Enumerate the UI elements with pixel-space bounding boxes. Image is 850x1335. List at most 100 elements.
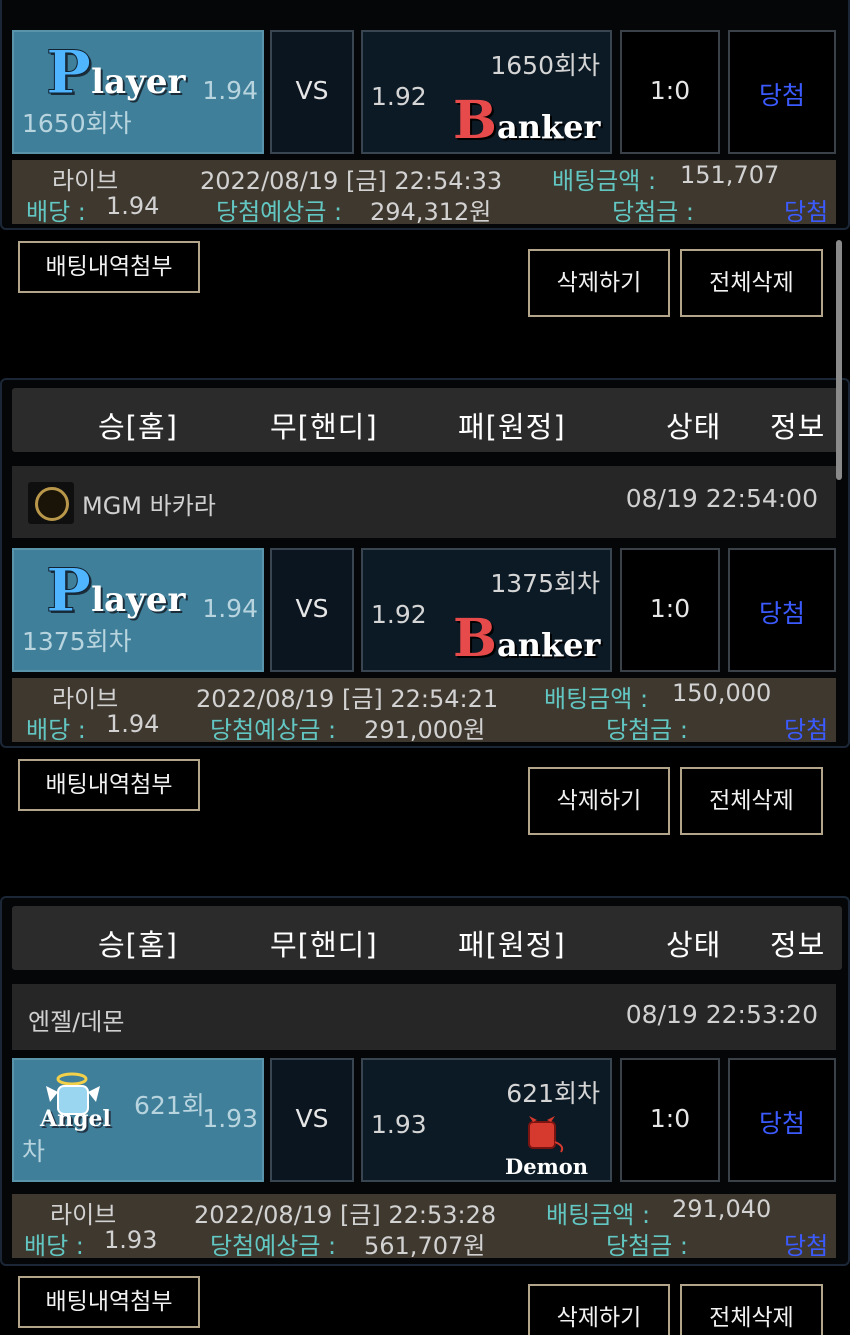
player-odds: 1.93: [202, 1104, 258, 1133]
bet-datetime: 2022/08/19 [금] 22:54:33: [200, 167, 503, 195]
player-round: 1375회차: [22, 627, 132, 656]
banker-option[interactable]: 1375회차 1.92 Banker: [361, 548, 612, 672]
banker-odds: 1.92: [371, 82, 427, 111]
player-odds: 1.94: [202, 76, 258, 105]
game-name: 엔젤/데몬: [28, 1008, 125, 1036]
demon-option[interactable]: 621회차 1.93 Demon: [361, 1058, 612, 1182]
expected-win-label: 당첨예상금 :: [216, 198, 343, 226]
header-away-loss: 패[원정]: [458, 410, 566, 444]
win-amount-label: 당첨금 :: [606, 716, 688, 744]
banker-odds: 1.92: [371, 600, 427, 629]
player-odds: 1.94: [202, 594, 258, 623]
win-amount-label: 당첨금 :: [612, 198, 694, 226]
delete-all-button[interactable]: 전체삭제: [680, 1284, 823, 1335]
demon-icon: [528, 1116, 564, 1153]
player-option[interactable]: Player 1.94 1650회차: [12, 30, 264, 154]
vs-cell: VS: [270, 548, 354, 672]
attach-bet-history-button[interactable]: 배팅내역첨부: [18, 241, 200, 293]
expected-win-label: 당첨예상금 :: [210, 716, 337, 744]
angel-option[interactable]: Angel 621회 1.93 차: [12, 1058, 264, 1182]
score-cell: 1:0: [620, 548, 720, 672]
delete-button[interactable]: 삭제하기: [528, 249, 670, 317]
delete-button[interactable]: 삭제하기: [528, 767, 670, 835]
delete-all-button[interactable]: 전체삭제: [680, 767, 823, 835]
header-away-loss: 패[원정]: [458, 928, 566, 962]
player-logo: Player: [45, 38, 186, 109]
result-status: 당첨: [758, 1109, 805, 1138]
odds-value: 1.93: [104, 1226, 158, 1254]
odds-value: 1.94: [106, 710, 160, 738]
player-option[interactable]: Player 1.94 1375회차: [12, 548, 264, 672]
odds-row: Player 1.94 1650회차 VS 1650회차 1.92 Banker…: [12, 30, 836, 154]
bet-amount: 150,000: [672, 679, 772, 707]
vs-label: VS: [295, 1104, 329, 1133]
score-cell: 1:0: [620, 1058, 720, 1182]
bet-info-bar: 라이브 2022/08/19 [금] 22:53:28 배팅금액 : 291,0…: [12, 1194, 836, 1260]
player-round: 621회: [134, 1091, 205, 1120]
game-time: 08/19 22:54:00: [625, 484, 818, 513]
bet-datetime: 2022/08/19 [금] 22:53:28: [194, 1201, 497, 1229]
bet-amount: 151,707: [680, 161, 780, 189]
result-cell: 당첨: [728, 548, 836, 672]
odds-row: Angel 621회 1.93 차 VS 621회차 1.93 Demon 1:…: [12, 1058, 836, 1182]
win-status: 당첨: [784, 198, 829, 226]
expected-win-value: 291,000원: [364, 716, 486, 744]
table-header: 승[홈] 무[핸디] 패[원정] 상태 정보: [12, 906, 842, 970]
delete-button[interactable]: 삭제하기: [528, 1284, 670, 1335]
bet-type: 라이브: [52, 167, 119, 195]
demon-label: Demon: [505, 1154, 589, 1179]
result-status: 당첨: [758, 599, 805, 628]
bet-datetime: 2022/08/19 [금] 22:54:21: [196, 685, 499, 713]
bet-info-bar: 라이브 2022/08/19 [금] 22:54:21 배팅금액 : 150,0…: [12, 678, 836, 744]
banker-round: 1650회차: [490, 51, 600, 80]
delete-all-button[interactable]: 전체삭제: [680, 249, 823, 317]
header-info: 정보: [770, 410, 826, 444]
banker-round: 1375회차: [490, 569, 600, 598]
player-logo: Player: [45, 556, 186, 627]
vs-label: VS: [295, 594, 329, 623]
game-row: MGM 바카라 08/19 22:54:00: [12, 466, 836, 538]
score-cell: 1:0: [620, 30, 720, 154]
banker-logo: Banker: [453, 90, 601, 151]
bet-amount: 291,040: [672, 1195, 772, 1223]
banker-round: 621회차: [506, 1079, 600, 1108]
bet-amount-label: 배팅금액 :: [552, 167, 657, 195]
header-status: 상태: [666, 410, 722, 444]
header-home-win: 승[홈]: [98, 410, 178, 444]
result-status: 당첨: [758, 81, 805, 110]
expected-win-value: 294,312원: [370, 198, 492, 226]
win-status: 당첨: [784, 1232, 829, 1260]
expected-win-value: 561,707원: [364, 1232, 486, 1260]
result-cell: 당첨: [728, 1058, 836, 1182]
game-time: 08/19 22:53:20: [625, 1000, 818, 1029]
bet-type: 라이브: [50, 1201, 117, 1229]
banker-logo: Banker: [453, 608, 601, 669]
score: 1:0: [649, 594, 691, 623]
attach-bet-history-button[interactable]: 배팅내역첨부: [18, 759, 200, 811]
vs-cell: VS: [270, 1058, 354, 1182]
score: 1:0: [649, 76, 691, 105]
expected-win-label: 당첨예상금 :: [210, 1232, 337, 1260]
win-status: 당첨: [784, 716, 829, 744]
bet-card-3: 승[홈] 무[핸디] 패[원정] 상태 정보 엔젤/데몬 08/19 22:53…: [0, 896, 850, 1266]
attach-bet-history-button[interactable]: 배팅내역첨부: [18, 1276, 200, 1328]
odds-label: 배당 :: [26, 716, 86, 744]
score: 1:0: [649, 1104, 691, 1133]
bet-type: 라이브: [52, 685, 119, 713]
mgm-logo-icon: [28, 482, 74, 524]
player-round-suffix: 차: [22, 1137, 46, 1166]
header-home-win: 승[홈]: [98, 928, 178, 962]
bet-amount-label: 배팅금액 :: [546, 1201, 651, 1229]
header-draw: 무[핸디]: [270, 410, 378, 444]
bet-card-2: 승[홈] 무[핸디] 패[원정] 상태 정보 MGM 바카라 08/19 22:…: [0, 378, 850, 748]
table-header: 승[홈] 무[핸디] 패[원정] 상태 정보: [12, 388, 842, 452]
banker-option[interactable]: 1650회차 1.92 Banker: [361, 30, 612, 154]
result-cell: 당첨: [728, 30, 836, 154]
header-status: 상태: [666, 928, 722, 962]
odds-label: 배당 :: [26, 198, 86, 226]
banker-odds: 1.93: [371, 1110, 427, 1139]
game-name: MGM 바카라: [82, 492, 216, 520]
vs-cell: VS: [270, 30, 354, 154]
scrollbar[interactable]: [836, 240, 842, 480]
game-row: 엔젤/데몬 08/19 22:53:20: [12, 984, 836, 1050]
